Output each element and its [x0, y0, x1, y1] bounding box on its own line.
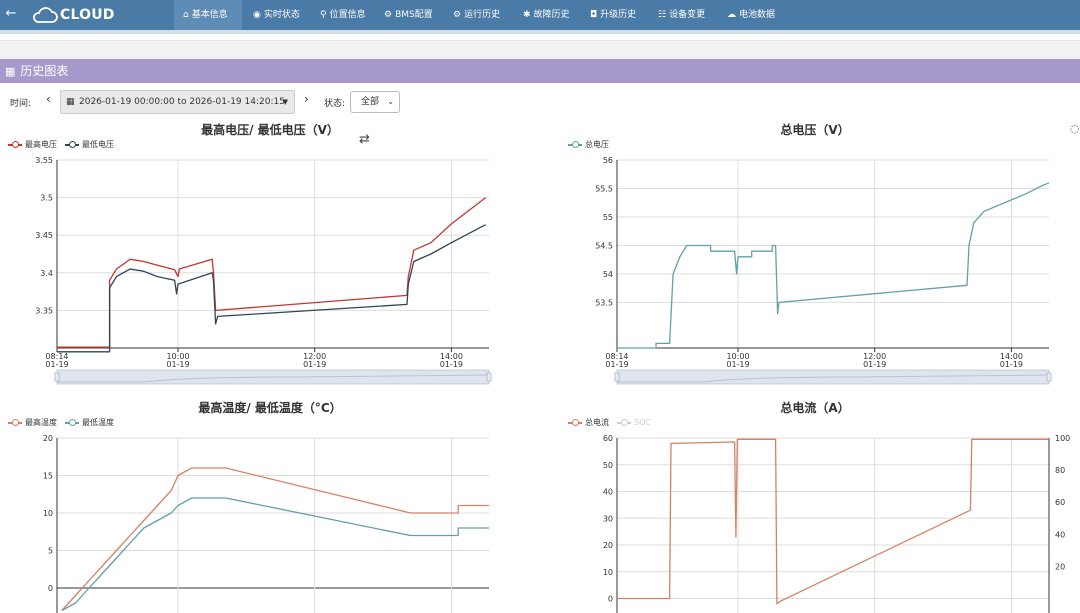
y-tick-label: 3.45 — [35, 231, 53, 240]
y-tick-label: 54 — [603, 270, 613, 279]
sitemap-icon: ☷ — [658, 10, 667, 20]
nav-item-label: 位置信息 — [329, 10, 366, 20]
y-tick-label: 40 — [603, 488, 613, 497]
y-tick-label: 10 — [603, 568, 613, 577]
nav-item-upgrade-history[interactable]: ◘ 升级历史 — [590, 0, 636, 30]
voltage-minmax-chart: 3.353.43.453.53.5508:1401-1910:0001-1912… — [35, 156, 492, 385]
y2-tick-label: 80 — [1055, 466, 1065, 475]
camera-icon: ◘ — [590, 10, 598, 20]
y-tick-label: 50 — [603, 461, 613, 470]
current-chart: 0 10 20 30 40 50 60 20 40 60 80 100 — [603, 434, 1070, 613]
nav-item-bms-config[interactable]: ⚙ BMS配置 — [384, 0, 433, 30]
navbar-underline — [0, 30, 1080, 34]
status-select[interactable]: 全部 ⌄ — [350, 91, 400, 113]
y2-tick-label: 20 — [1055, 562, 1065, 571]
prev-arrow-icon[interactable]: ‹ — [46, 92, 51, 106]
temperature-chart: 0 5 10 15 20 — [43, 434, 489, 613]
back-arrow-icon[interactable]: ← — [0, 0, 22, 30]
status-value: 全部 — [361, 97, 380, 107]
nav-item-label: 基本信息 — [191, 10, 228, 20]
y-tick-label: 3.55 — [35, 156, 53, 165]
nav-item-label: 运行历史 — [464, 10, 501, 20]
series-line — [61, 467, 489, 611]
nav-item-run-history[interactable]: ⚙ 运行历史 — [453, 0, 500, 30]
y-tick-label: 3.4 — [40, 269, 53, 278]
section-header: ▦ 历史图表 — [0, 59, 1080, 83]
logo-text: CLOUD — [60, 7, 115, 23]
y-tick-label: 3.35 — [35, 306, 53, 315]
y-tick-label: 55.5 — [595, 184, 613, 193]
cloud-upload-icon: ☁ — [727, 10, 736, 20]
calendar-icon: ▦ — [66, 97, 75, 107]
status-label: 状态: — [324, 99, 346, 109]
x-tick-label: 01-19 — [605, 360, 628, 369]
x-tick-label: 01-19 — [726, 360, 749, 369]
y-tick-label: 5 — [48, 547, 53, 556]
zoom-handle-right — [486, 372, 492, 382]
x-tick-label: 01-19 — [863, 360, 886, 369]
map-marker-icon: ⚲ — [320, 10, 327, 20]
nav-item-fault-history[interactable]: ✱ 故障历史 — [523, 0, 570, 30]
x-tick-label: 01-19 — [1000, 360, 1023, 369]
series-line — [617, 182, 1050, 349]
x-tick-label: 01-19 — [440, 360, 463, 369]
filter-row: 时间: ‹ ▦ 2026-01-19 00:00:00 to 2026-01-1… — [0, 90, 1080, 114]
y-tick-label: 10 — [43, 509, 53, 518]
eye-icon: ◉ — [253, 10, 261, 20]
nav-item-basic-info[interactable]: ⌂ 基本信息 — [174, 0, 242, 30]
y-tick-label: 20 — [43, 434, 53, 443]
date-range-value: 2026-01-19 00:00:00 to 2026-01-19 14:20:… — [79, 97, 285, 107]
table-icon: ▦ — [5, 65, 16, 78]
y2-tick-label: 100 — [1055, 434, 1070, 443]
content-band — [0, 40, 1080, 60]
y-tick-label: 56 — [603, 156, 613, 165]
caret-down-icon: ▼ — [282, 98, 288, 106]
nav-item-device-change[interactable]: ☷ 设备变更 — [658, 0, 705, 30]
y-tick-label: 53.5 — [595, 298, 613, 307]
y-tick-label: 55 — [603, 213, 613, 222]
x-tick-label: 01-19 — [303, 360, 326, 369]
x-tick-label: 01-19 — [166, 360, 189, 369]
zoom-handle-left — [614, 372, 620, 382]
chevron-down-icon: ⌄ — [387, 97, 394, 106]
nav-item-location[interactable]: ⚲ 位置信息 — [320, 0, 366, 30]
series-line — [57, 224, 486, 353]
bug-icon: ✱ — [523, 10, 531, 20]
cloud-logo-icon — [33, 7, 58, 23]
next-arrow-icon[interactable]: › — [304, 92, 309, 106]
zoom-handle-right — [1046, 372, 1052, 382]
series-line — [61, 497, 489, 612]
home-icon: ⌂ — [183, 10, 189, 20]
y-tick-label: 60 — [603, 434, 613, 443]
nav-item-battery-data[interactable]: ☁ 电池数据 — [727, 0, 775, 30]
time-label: 时间: — [10, 99, 32, 109]
nav-item-label: 实时状态 — [263, 10, 300, 20]
y-tick-label: 20 — [603, 541, 613, 550]
section-title: 历史图表 — [20, 64, 69, 78]
nav-item-label: 电池数据 — [739, 10, 776, 20]
nav-item-label: BMS配置 — [395, 10, 433, 20]
y-tick-label: 54.5 — [595, 241, 613, 250]
logo: CLOUD — [32, 5, 115, 25]
y-tick-label: 0 — [608, 595, 613, 604]
gear-icon: ⚙ — [384, 10, 393, 20]
y-tick-label: 15 — [43, 472, 53, 481]
total-voltage-chart: 53.55454.55555.55608:1401-1910:0001-1912… — [595, 156, 1052, 385]
y-tick-label: 3.5 — [40, 194, 53, 203]
y2-tick-label: 60 — [1055, 498, 1065, 507]
nav-item-label: 故障历史 — [533, 10, 570, 20]
gears-icon: ⚙ — [453, 10, 462, 20]
y-tick-label: 0 — [48, 584, 53, 593]
nav-item-label: 升级历史 — [600, 10, 637, 20]
y2-tick-label: 40 — [1055, 530, 1065, 539]
top-navbar: ← CLOUD ⌂ 基本信息 ◉ 实时状态 ⚲ 位置信息 ⚙ BMS配置 ⚙ 运行历史 ✱… — [0, 0, 1080, 30]
y-tick-label: 30 — [603, 514, 613, 523]
nav-item-realtime[interactable]: ◉ 实时状态 — [253, 0, 300, 30]
nav-item-label: 设备变更 — [669, 10, 706, 20]
series-line — [617, 438, 1049, 605]
x-tick-label: 01-19 — [45, 360, 68, 369]
zoom-handle-left — [54, 372, 60, 382]
date-range-picker[interactable]: ▦ 2026-01-19 00:00:00 to 2026-01-19 14:2… — [60, 90, 295, 114]
